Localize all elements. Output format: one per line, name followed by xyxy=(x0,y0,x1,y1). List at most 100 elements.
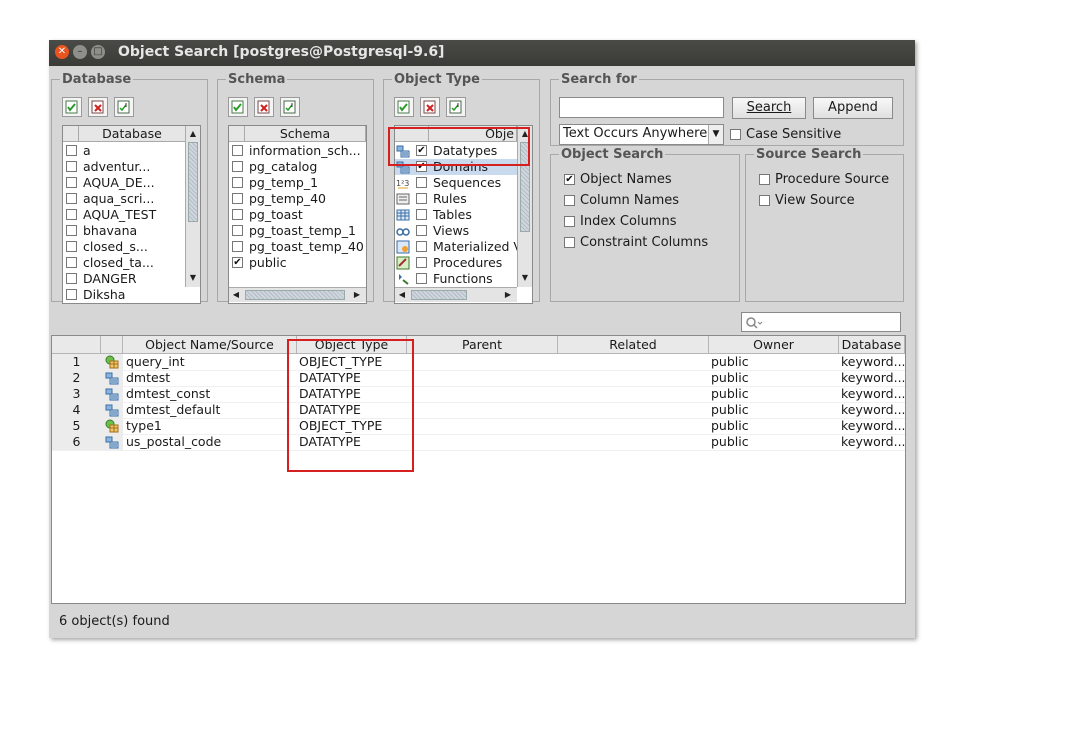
object-type-checkbox[interactable] xyxy=(416,193,427,204)
object-type-list-hscroll[interactable]: ◀ ▶ xyxy=(395,287,517,302)
col-header-related[interactable]: Related xyxy=(558,336,709,354)
col-header-database[interactable]: Database xyxy=(839,336,905,354)
schema-list[interactable]: Schema information_sch... pg_catalog pg_te… xyxy=(228,125,367,304)
object-type-item[interactable]: Functions xyxy=(395,271,517,287)
schema-item-checkbox[interactable] xyxy=(232,241,243,252)
object-type-item[interactable]: Tables xyxy=(395,207,517,223)
col-header-owner[interactable]: Owner xyxy=(709,336,839,354)
search-button[interactable]: Search xyxy=(732,97,806,119)
search-mode-select[interactable]: Text Occurs Anywhere ▼ xyxy=(559,124,724,145)
object-search-checkbox[interactable]: ✔ xyxy=(564,174,575,185)
table-row[interactable]: 1 query_int OBJECT_TYPE public keyword... xyxy=(52,354,905,371)
database-item-checkbox[interactable] xyxy=(66,257,77,268)
close-window-button[interactable]: ✕ xyxy=(55,45,69,59)
schema-item-checkbox[interactable] xyxy=(232,225,243,236)
database-item-checkbox[interactable] xyxy=(66,273,77,284)
database-item-checkbox[interactable] xyxy=(66,193,77,204)
invert-database-selection-button[interactable] xyxy=(114,97,134,117)
schema-list-item[interactable]: pg_toast xyxy=(229,207,366,223)
schema-list-item[interactable]: pg_toast_temp_1 xyxy=(229,223,366,239)
scroll-down-icon[interactable]: ▼ xyxy=(186,272,200,284)
table-row[interactable]: 4 dmtest_default DATATYPE public keyword... xyxy=(52,402,905,419)
object-type-checkbox[interactable] xyxy=(416,177,427,188)
object-type-item[interactable]: Views xyxy=(395,223,517,239)
database-list-item[interactable]: Diksha xyxy=(63,287,185,303)
source-search-checkbox[interactable] xyxy=(759,195,770,206)
select-all-types-button[interactable] xyxy=(394,97,414,117)
datatype-icon xyxy=(105,403,119,417)
database-item-checkbox[interactable] xyxy=(66,225,77,236)
maximize-window-button[interactable]: □ xyxy=(91,45,105,59)
invert-schema-selection-button[interactable] xyxy=(280,97,300,117)
schema-item-checkbox[interactable]: ✔ xyxy=(232,257,243,268)
schema-item-checkbox[interactable] xyxy=(232,209,243,220)
database-item-checkbox[interactable] xyxy=(66,145,77,156)
scroll-down-icon[interactable]: ▼ xyxy=(518,272,532,284)
source-search-checkbox[interactable] xyxy=(759,174,770,185)
schema-list-item[interactable]: pg_temp_40 xyxy=(229,191,366,207)
object-search-checkbox[interactable] xyxy=(564,216,575,227)
schema-item-checkbox[interactable] xyxy=(232,193,243,204)
table-row[interactable]: 6 us_postal_code DATATYPE public keyword... xyxy=(52,434,905,451)
object-type-item[interactable]: Procedures xyxy=(395,255,517,271)
case-sensitive-box[interactable] xyxy=(730,129,741,140)
database-list-item[interactable]: closed_s... xyxy=(63,239,185,255)
table-row[interactable]: 5 type1 OBJECT_TYPE public keyword... xyxy=(52,418,905,435)
database-item-checkbox[interactable] xyxy=(66,209,77,220)
scroll-right-icon[interactable]: ▶ xyxy=(350,289,364,301)
database-list-item[interactable]: AQUA_TEST xyxy=(63,207,185,223)
schema-item-checkbox[interactable] xyxy=(232,145,243,156)
invert-types-selection-button[interactable] xyxy=(446,97,466,117)
results-filter-input[interactable] xyxy=(741,312,901,332)
scroll-right-icon[interactable]: ▶ xyxy=(501,289,515,301)
col-header-parent[interactable]: Parent xyxy=(407,336,558,354)
select-all-schema-button[interactable] xyxy=(228,97,248,117)
object-type-checkbox[interactable] xyxy=(416,257,427,268)
select-all-database-button[interactable] xyxy=(62,97,82,117)
database-list-vscroll[interactable]: ▲ ▼ xyxy=(185,126,200,287)
object-type-checkbox[interactable] xyxy=(416,273,427,284)
database-item-checkbox[interactable] xyxy=(66,177,77,188)
schema-list-item[interactable]: ✔ public xyxy=(229,255,366,271)
schema-list-item[interactable]: information_sch... xyxy=(229,143,366,159)
object-type-item[interactable]: 1²3 Sequences xyxy=(395,175,517,191)
scroll-left-icon[interactable]: ◀ xyxy=(395,289,409,301)
scroll-up-icon[interactable]: ▲ xyxy=(186,128,200,140)
scroll-left-icon[interactable]: ◀ xyxy=(229,289,243,301)
database-item-checkbox[interactable] xyxy=(66,161,77,172)
object-type-item[interactable]: Rules xyxy=(395,191,517,207)
table-row[interactable]: 2 dmtest DATATYPE public keyword... xyxy=(52,370,905,387)
database-list-item[interactable]: DANGER xyxy=(63,271,185,287)
database-list-item[interactable]: adventur... xyxy=(63,159,185,175)
table-row[interactable]: 3 dmtest_const DATATYPE public keyword... xyxy=(52,386,905,403)
database-list[interactable]: Database a adventur... AQUA_DE... aqua_scri… xyxy=(62,125,201,304)
object-type-checkbox[interactable] xyxy=(416,241,427,252)
search-text-input[interactable] xyxy=(559,97,724,118)
col-header-name[interactable]: Object Name/Source xyxy=(123,336,297,354)
deselect-all-schema-button[interactable] xyxy=(254,97,274,117)
database-list-item[interactable]: AQUA_DE... xyxy=(63,175,185,191)
database-item-checkbox[interactable] xyxy=(66,241,77,252)
minimize-window-button[interactable]: – xyxy=(73,45,87,59)
deselect-all-database-button[interactable] xyxy=(88,97,108,117)
database-list-item[interactable]: aqua_scri... xyxy=(63,191,185,207)
schema-list-item[interactable]: pg_catalog xyxy=(229,159,366,175)
append-button[interactable]: Append xyxy=(813,97,893,119)
object-search-checkbox[interactable] xyxy=(564,195,575,206)
schema-list-item[interactable]: pg_toast_temp_40 xyxy=(229,239,366,255)
database-list-item[interactable]: closed_ta... xyxy=(63,255,185,271)
object-search-checkbox[interactable] xyxy=(564,237,575,248)
object-type-checkbox[interactable] xyxy=(416,209,427,220)
schema-item-checkbox[interactable] xyxy=(232,177,243,188)
database-item-checkbox[interactable] xyxy=(66,289,77,300)
schema-item-checkbox[interactable] xyxy=(232,161,243,172)
database-list-item[interactable]: bhavana xyxy=(63,223,185,239)
results-table[interactable]: Object Name/Source Object Type Parent Re… xyxy=(51,335,906,604)
chevron-down-icon[interactable]: ▼ xyxy=(708,125,723,144)
object-type-checkbox[interactable] xyxy=(416,225,427,236)
database-list-item[interactable]: a xyxy=(63,143,185,159)
object-type-item[interactable]: Materialized V xyxy=(395,239,522,255)
schema-list-item[interactable]: pg_temp_1 xyxy=(229,175,366,191)
schema-list-hscroll[interactable]: ◀ ▶ xyxy=(229,287,366,302)
deselect-all-types-button[interactable] xyxy=(420,97,440,117)
